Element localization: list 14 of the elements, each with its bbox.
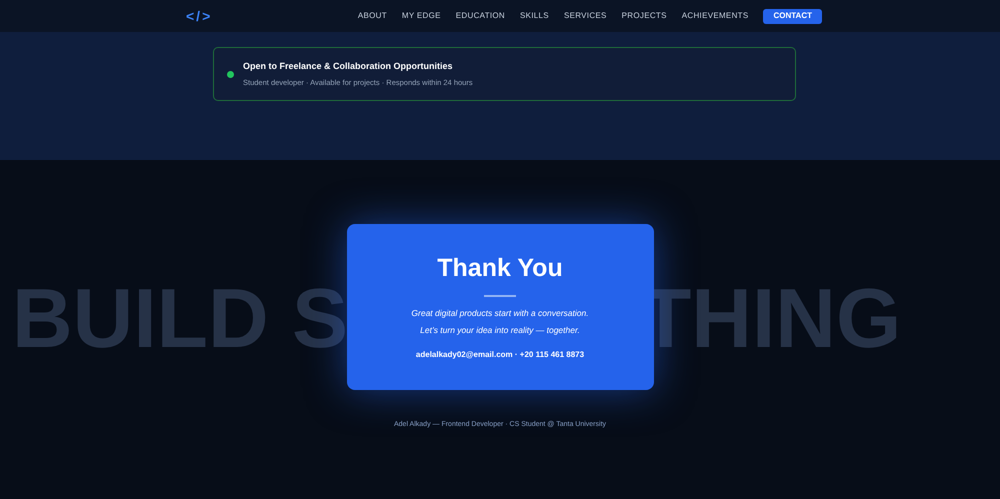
card-text: Let’s turn your idea into reality — together. <box>420 324 580 337</box>
logo[interactable]: </> <box>186 6 212 26</box>
nav-link[interactable]: MY EDGE <box>402 10 441 22</box>
banner-title: Open to Freelance & Collaboration Opportunities <box>243 60 454 73</box>
contact-info: adelalkady02@email.com · +20 115 461 8873 <box>416 349 584 361</box>
nav-link[interactable]: ABOUT <box>358 10 387 22</box>
nav-link[interactable]: PROJECTS <box>622 10 667 22</box>
contact-button[interactable]: CONTACT <box>763 8 822 24</box>
card-text: Great digital products start with a conversation. <box>411 306 589 320</box>
card-title: Thank You <box>437 256 563 281</box>
nav-link[interactable]: ACHIEVEMENTS <box>682 10 748 22</box>
nav-link[interactable]: EDUCATION <box>456 10 506 22</box>
nav-link[interactable]: SKILLS <box>520 10 549 22</box>
nav-link[interactable]: SERVICES <box>564 10 607 22</box>
